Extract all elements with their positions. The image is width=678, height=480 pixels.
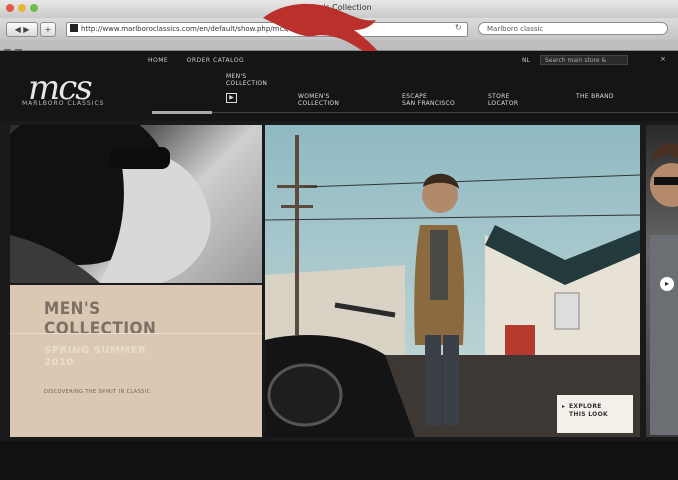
- explore-line1: EXPLORE: [569, 403, 602, 410]
- add-bookmark-button[interactable]: +: [40, 22, 56, 37]
- site-header: mcs MARLBORO CLASSICS HOME ORDER CATALOG…: [0, 51, 678, 121]
- nav-active-indicator: [152, 111, 212, 114]
- mens-collection-panel[interactable]: MEN'S COLLECTION SPRING SUMMER 2010 DISC…: [10, 285, 262, 437]
- explore-arrow-icon: ▸: [562, 403, 566, 410]
- collection-title-line1: MEN'S: [44, 299, 101, 319]
- site-search-input[interactable]: Search main store &: [540, 55, 628, 65]
- season-line1: SPRING SUMMER: [44, 345, 147, 356]
- explore-line2: THIS LOOK: [569, 411, 608, 418]
- explore-label: EXPLORE THIS LOOK: [569, 403, 608, 419]
- explore-look-button[interactable]: ▸ EXPLORE THIS LOOK: [557, 395, 633, 433]
- nav-divider: [152, 112, 678, 113]
- street-scene-art: [265, 125, 640, 437]
- nav-store-locator[interactable]: STORE LOCATOR: [488, 93, 518, 107]
- collection-season: SPRING SUMMER 2010: [44, 345, 146, 369]
- nav-womens-collection[interactable]: WOMEN'S COLLECTION: [298, 93, 339, 107]
- sunglasses-photo-art: [10, 125, 211, 283]
- nav-the-brand[interactable]: THE BRAND: [576, 93, 614, 100]
- language-selector[interactable]: NL: [522, 57, 530, 64]
- home-link[interactable]: HOME: [148, 57, 168, 64]
- collection-title-line2: COLLECTION: [44, 319, 157, 339]
- browser-window: Men's Collection ◀ ▶ + http://www.marlbo…: [0, 0, 678, 480]
- next-arrow-button[interactable]: ▸: [660, 277, 674, 291]
- top-links: HOME ORDER CATALOG: [148, 57, 260, 64]
- collection-tagline: DISCOVERING THE SPIRIT IN CLASSIC: [44, 389, 151, 395]
- season-line2: 2010: [44, 357, 74, 368]
- order-catalog-link[interactable]: ORDER CATALOG: [187, 57, 245, 64]
- mcs-logo[interactable]: mcs: [28, 71, 93, 105]
- back-forward-button[interactable]: ◀ ▶: [6, 22, 38, 37]
- favicon-icon: [70, 24, 78, 32]
- play-icon[interactable]: ▶: [226, 93, 237, 103]
- street-scene-photo[interactable]: [265, 125, 640, 437]
- sunglasses-photo[interactable]: [10, 125, 262, 283]
- close-icon[interactable]: ×: [660, 55, 666, 63]
- main-content: MEN'S COLLECTION SPRING SUMMER 2010 DISC…: [0, 121, 678, 441]
- page-footer: [0, 441, 678, 480]
- browser-search-input[interactable]: Marlboro classic: [478, 22, 668, 35]
- logo-subtitle: MARLBORO CLASSICS: [22, 100, 105, 107]
- nav-mens-collection[interactable]: MEN'S COLLECTION: [226, 73, 267, 87]
- nav-escape-san-francisco[interactable]: ESCAPE SAN FRANCISCO: [402, 93, 455, 107]
- reload-icon[interactable]: ↻: [455, 23, 462, 32]
- collection-divider: [10, 333, 262, 334]
